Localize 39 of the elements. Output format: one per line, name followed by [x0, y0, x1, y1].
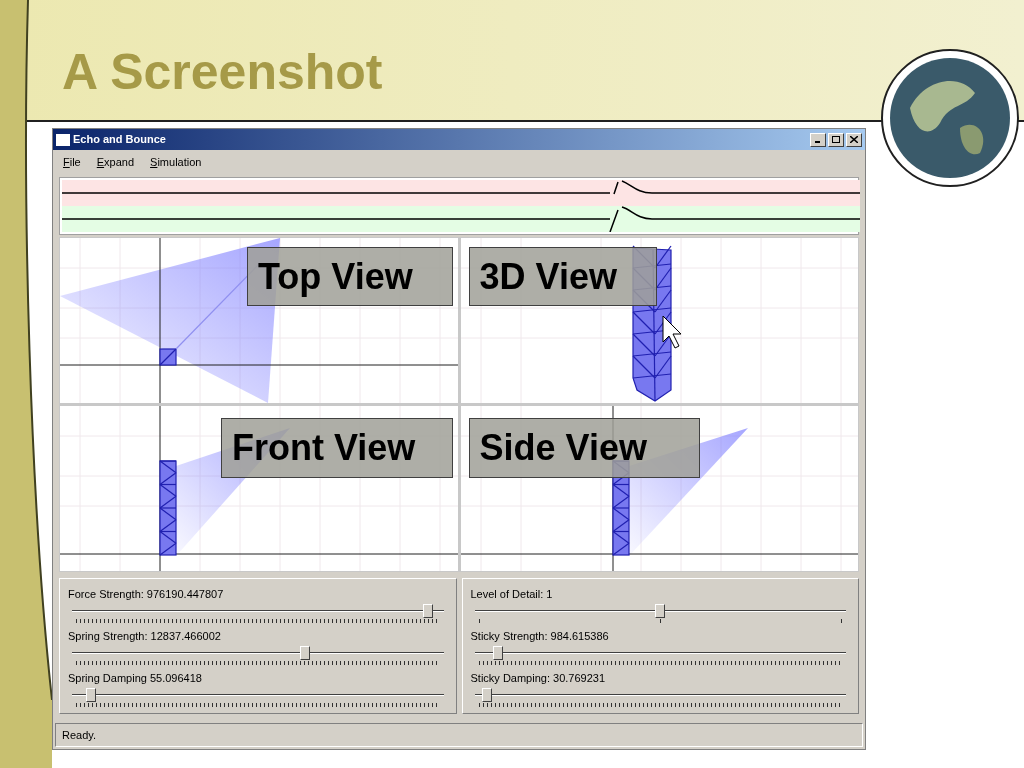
status-bar: Ready. [55, 723, 863, 747]
view-viewport[interactable]: 3D View [460, 238, 858, 403]
slider[interactable] [72, 646, 444, 660]
maximize-icon [832, 136, 840, 143]
slider-thumb[interactable] [299, 646, 310, 660]
slider-thumb[interactable] [492, 646, 503, 660]
menu-item[interactable]: Expand [96, 153, 135, 171]
window-icon [56, 133, 70, 146]
menu-item[interactable]: Simulation [150, 153, 202, 171]
slider[interactable] [474, 604, 846, 618]
view-viewport[interactable]: Side View [460, 406, 858, 571]
view-label: Top View [247, 247, 453, 306]
slider[interactable] [474, 646, 846, 660]
slider-label: Spring Damping 55.096418 [68, 671, 203, 685]
slider-thumb[interactable] [422, 604, 433, 618]
slider-thumb[interactable] [655, 604, 666, 618]
slider[interactable] [72, 604, 444, 618]
view-label: Side View [468, 418, 700, 478]
window-title: Echo and Bounce [73, 132, 166, 148]
view-label: Front View [221, 418, 453, 478]
slider[interactable] [474, 688, 846, 702]
maximize-button[interactable] [828, 132, 844, 147]
close-button[interactable] [846, 132, 862, 147]
view-label: 3D View [468, 247, 657, 306]
view-viewport[interactable]: Top View [60, 238, 458, 403]
slide-title: A Screenshot [62, 43, 383, 102]
slider-label: Level of Detail: 1 [470, 587, 554, 601]
slider[interactable] [72, 688, 444, 702]
view-viewport[interactable]: Front View [60, 406, 458, 571]
mouse-cursor-icon [662, 315, 681, 349]
menu-item[interactable]: File [63, 153, 81, 171]
slider-thumb[interactable] [86, 688, 97, 702]
slider-label: Sticky Strength: 984.615386 [470, 629, 610, 643]
slider-label: Sticky Damping: 30.769231 [470, 671, 607, 685]
slider-label: Force Strength: 976190.447807 [68, 587, 225, 601]
slider-label: Spring Strength: 12837.466002 [68, 629, 222, 643]
slider-thumb[interactable] [481, 688, 492, 702]
minimize-button[interactable] [810, 132, 826, 147]
close-icon [850, 136, 858, 143]
